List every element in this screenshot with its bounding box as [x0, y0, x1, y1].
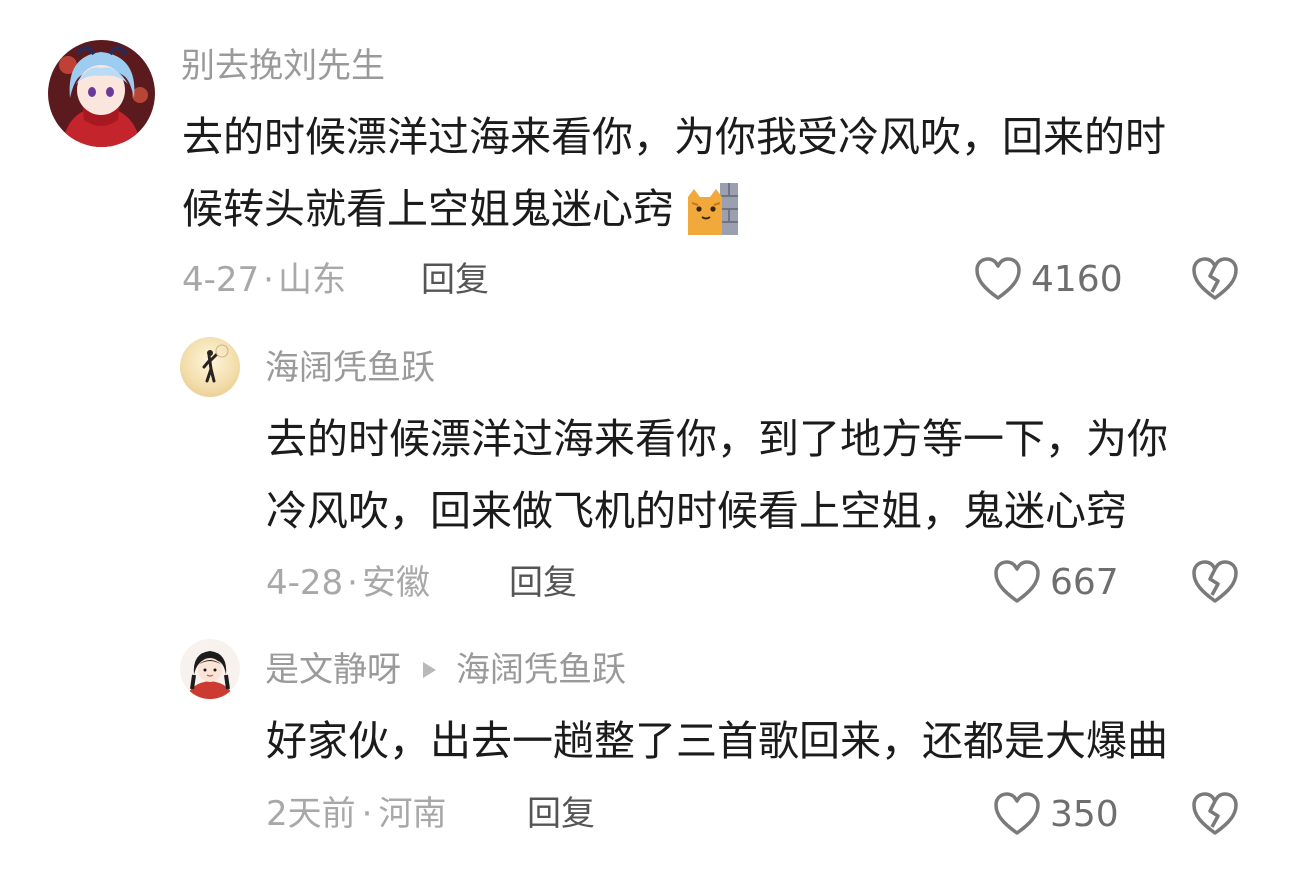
comment-text-line: 冷风吹，回来做飞机的时候看上空姐，鬼迷心窍	[266, 487, 1127, 535]
comment-date: 4-27	[182, 260, 260, 300]
reply-to-username[interactable]: 海阔凭鱼跃	[456, 653, 626, 687]
heart-outline-icon[interactable]	[993, 791, 1041, 837]
comment-location: 安徽	[361, 563, 430, 603]
broken-heart-icon[interactable]	[1191, 559, 1239, 605]
comment-username[interactable]: 海阔凭鱼跃	[265, 351, 435, 385]
meta-separator: ·	[263, 260, 274, 300]
heart-outline-icon[interactable]	[974, 256, 1022, 302]
comment-date: 4-28	[266, 563, 344, 603]
like-count: 667	[1050, 562, 1119, 603]
reply-button[interactable]: 回复	[527, 797, 595, 831]
like-count: 350	[1050, 794, 1119, 835]
comment-location: 山东	[277, 260, 346, 300]
comment-username[interactable]: 是文静呀	[265, 653, 401, 687]
avatar[interactable]	[180, 639, 240, 699]
meta-separator: ·	[361, 794, 373, 834]
broken-heart-icon[interactable]	[1191, 256, 1239, 302]
avatar[interactable]	[180, 337, 240, 397]
comment-text-line: 好家伙，出去一趟整了三首歌回来，还都是大爆曲	[266, 717, 1168, 765]
comment-location: 河南	[378, 794, 447, 834]
comment-username[interactable]: 别去挽刘先生	[181, 49, 385, 83]
reply-button[interactable]: 回复	[421, 263, 489, 297]
avatar[interactable]	[48, 40, 155, 147]
comment-text-line: 去的时候漂洋过海来看你，为你我受冷风吹，回来的时	[182, 113, 1166, 161]
broken-heart-icon[interactable]	[1191, 791, 1239, 837]
like-count: 4160	[1031, 259, 1123, 300]
reply-button[interactable]: 回复	[509, 566, 577, 600]
meta-separator: ·	[347, 563, 358, 603]
heart-outline-icon[interactable]	[993, 559, 1041, 605]
comment-text-line: 候转头就看上空姐鬼迷心窍	[182, 184, 674, 233]
comment-text-line: 去的时候漂洋过海来看你，到了地方等一下，为你	[266, 415, 1168, 463]
triangle-right-icon	[423, 662, 436, 678]
comment-date: 2天前	[266, 794, 356, 834]
cat-wall-icon	[686, 183, 738, 235]
